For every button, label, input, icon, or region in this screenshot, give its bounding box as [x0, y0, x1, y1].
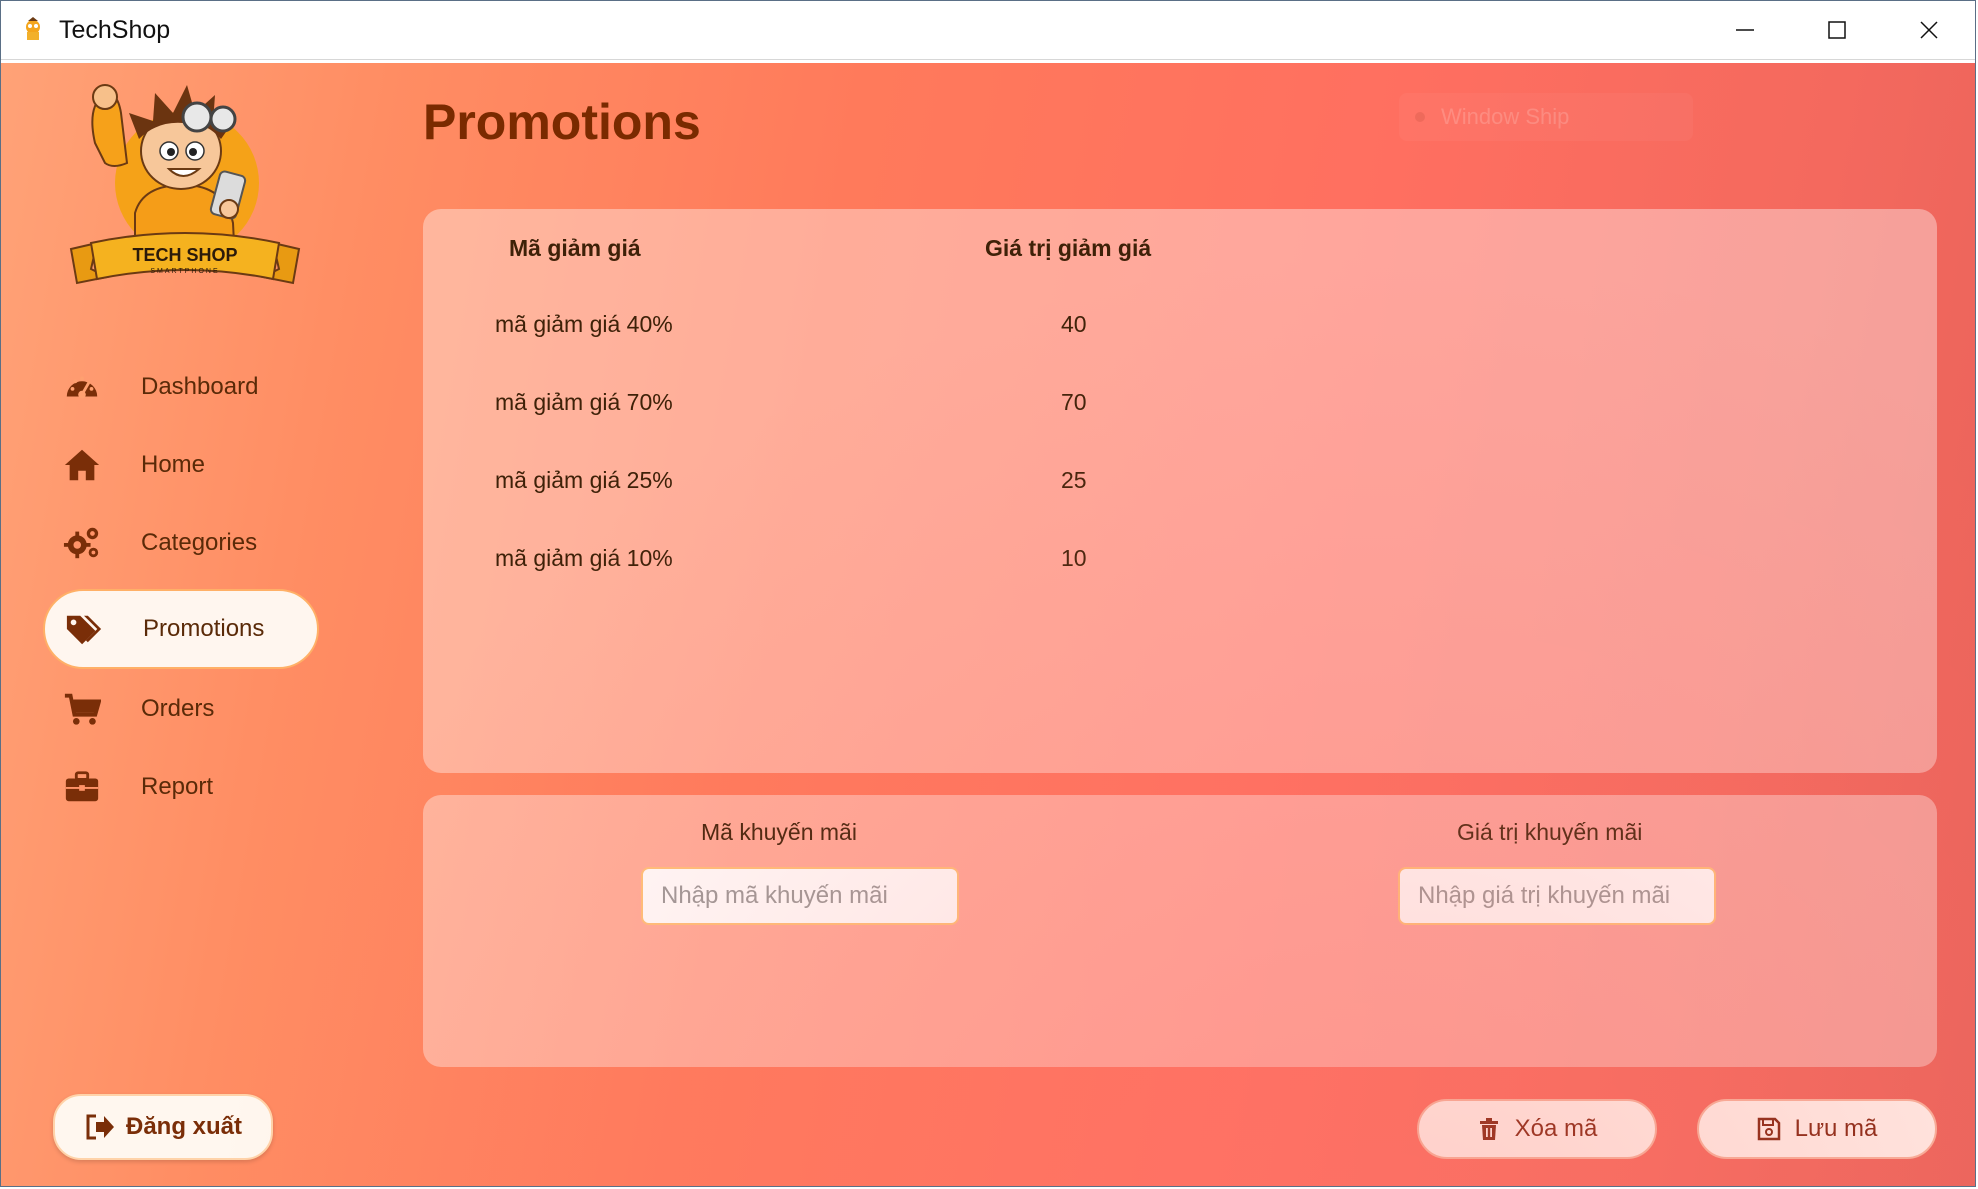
cell-value: 25	[1061, 467, 1087, 493]
trash-icon	[1479, 1118, 1498, 1140]
techshop-logo: TECH SHOP SMARTPHONE	[69, 84, 301, 285]
delete-code-label: Xóa mã	[1514, 1115, 1598, 1142]
tags-icon	[63, 608, 105, 650]
table-row[interactable]: mã giảm giá 25% 25	[423, 467, 1937, 507]
logout-label: Đăng xuất	[125, 1113, 242, 1140]
promo-value-label: Giá trị khuyến mãi	[1457, 819, 1643, 845]
logo-text: TECH SHOP	[132, 245, 237, 265]
sidebar-item-label: Categories	[141, 529, 258, 556]
sidebar-item-label: Promotions	[143, 615, 265, 642]
sidebar-item-categories[interactable]: Categories	[43, 507, 323, 579]
save-code-button[interactable]: Lưu mã	[1697, 1099, 1937, 1159]
cell-code: mã giảm giá 10%	[495, 545, 673, 571]
main-area: TECH SHOP SMARTPHONE Dashboard Home Cate…	[1, 63, 1975, 1186]
title-bar[interactable]: TechShop	[1, 1, 1975, 60]
window-controls	[1699, 1, 1975, 59]
app-window: TechShop TECH SHOP SMARTPHONE Dashboard …	[0, 0, 1976, 1187]
table-row[interactable]: mã giảm giá 70% 70	[423, 389, 1937, 429]
window-title: TechShop	[59, 15, 171, 44]
table-row[interactable]: mã giảm giá 40% 40	[423, 311, 1937, 351]
sidebar-nav: Dashboard Home Categories Promotions Ord…	[43, 351, 323, 829]
promo-code-label: Mã khuyến mãi	[701, 819, 857, 845]
cart-icon	[61, 688, 103, 730]
cell-value: 40	[1061, 311, 1087, 337]
close-icon	[1920, 21, 1938, 39]
logout-button[interactable]: Đăng xuất	[53, 1094, 273, 1160]
cell-code: mã giảm giá 70%	[495, 389, 673, 415]
sidebar-item-home[interactable]: Home	[43, 429, 323, 501]
table-row[interactable]: mã giảm giá 10% 10	[423, 545, 1937, 585]
maximize-button[interactable]	[1791, 1, 1883, 59]
cell-code: mã giảm giá 25%	[495, 467, 673, 493]
home-icon	[61, 444, 103, 486]
techshop-app-icon	[26, 17, 40, 40]
minimize-icon	[1736, 29, 1754, 31]
sign-out-icon	[86, 1114, 114, 1140]
save-floppy-icon	[1757, 1117, 1780, 1141]
sidebar-item-label: Orders	[141, 695, 215, 722]
sidebar-item-orders[interactable]: Orders	[43, 673, 323, 745]
sidebar-item-report[interactable]: Report	[43, 751, 323, 823]
minimize-button[interactable]	[1699, 1, 1791, 59]
dashboard-gauge-icon	[61, 366, 103, 408]
window-watermark: Window Ship	[1399, 93, 1693, 141]
watermark-dot-icon	[1415, 112, 1425, 122]
sidebar-item-promotions[interactable]: Promotions	[43, 589, 319, 669]
delete-code-button[interactable]: Xóa mã	[1417, 1099, 1657, 1159]
gears-icon	[61, 522, 103, 564]
promotions-table: Mã giảm giá Giá trị giảm giá mã giảm giá…	[423, 209, 1937, 773]
column-header-value[interactable]: Giá trị giảm giá	[985, 235, 1151, 262]
watermark-text: Window Ship	[1441, 104, 1570, 129]
briefcase-icon	[61, 766, 103, 808]
cell-value: 70	[1061, 389, 1087, 415]
promo-code-input[interactable]	[641, 867, 959, 925]
promotion-form: Mã khuyến mãi Giá trị khuyến mãi	[423, 795, 1937, 1067]
cell-code: mã giảm giá 40%	[495, 311, 673, 337]
sidebar-item-label: Home	[141, 451, 206, 478]
cell-value: 10	[1061, 545, 1087, 571]
close-button[interactable]	[1883, 1, 1975, 59]
maximize-icon	[1828, 21, 1846, 39]
sidebar-item-dashboard[interactable]: Dashboard	[43, 351, 323, 423]
save-code-label: Lưu mã	[1794, 1115, 1878, 1142]
promo-value-input[interactable]	[1398, 867, 1716, 925]
column-header-code[interactable]: Mã giảm giá	[509, 235, 641, 262]
logo-subtext: SMARTPHONE	[150, 268, 219, 275]
page-title: Promotions	[423, 94, 701, 150]
sidebar-item-label: Report	[141, 773, 214, 800]
sidebar-item-label: Dashboard	[141, 373, 259, 400]
